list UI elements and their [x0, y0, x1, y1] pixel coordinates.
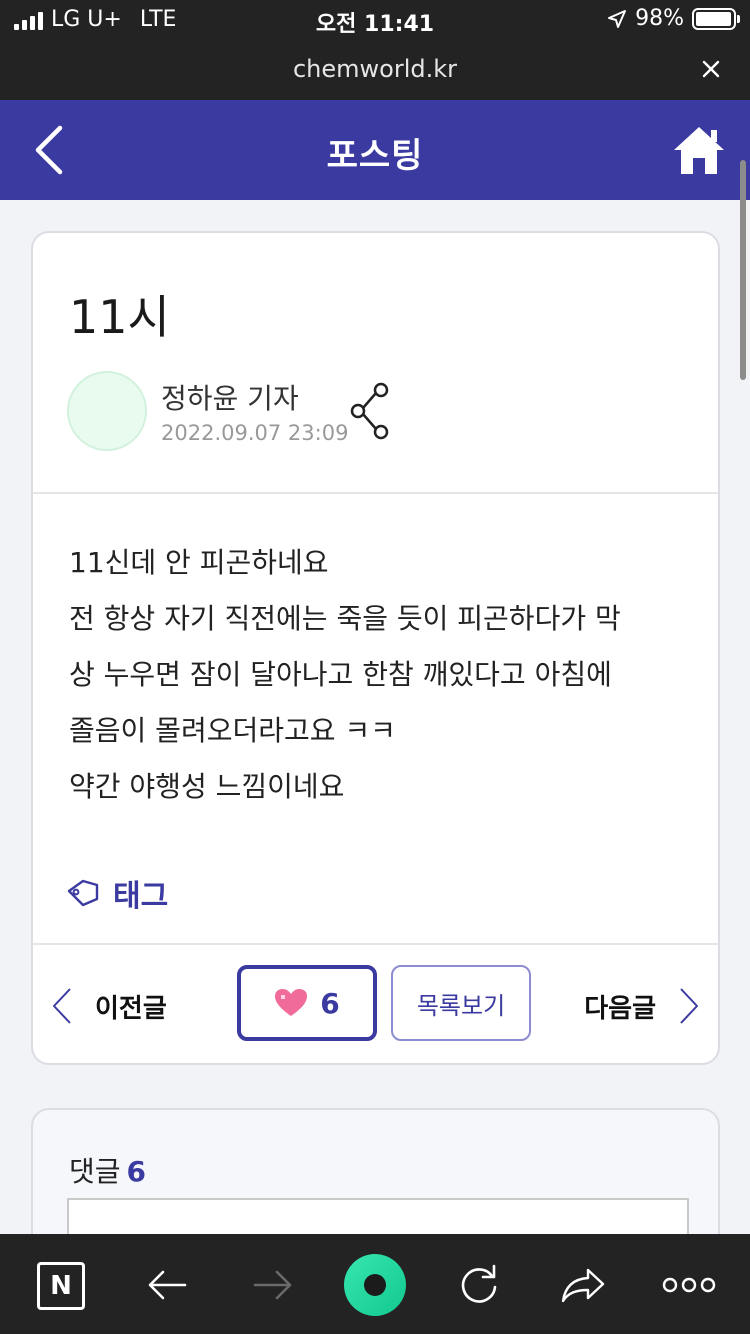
- tag-label: 태그: [113, 879, 169, 914]
- share-forward-icon[interactable]: [558, 1260, 608, 1310]
- more-icon[interactable]: [661, 1260, 717, 1310]
- chevron-right-icon: [680, 988, 698, 1024]
- location-arrow-icon: [608, 9, 627, 28]
- body-line: 11신데 안 피곤하네요: [69, 546, 329, 579]
- close-icon[interactable]: [696, 54, 726, 84]
- divider: [33, 492, 718, 494]
- next-post-button[interactable]: 다음글: [584, 987, 700, 1025]
- browser-toolbar: N: [0, 1234, 750, 1334]
- body-line: 졸음이 몰려오더라고요 ㅋㅋ: [69, 714, 396, 747]
- post-title: 11시: [69, 290, 170, 344]
- battery-percent: 98%: [635, 6, 684, 31]
- post-navigation: 이전글 6 목록보기 다음글: [33, 945, 718, 1065]
- like-count: 6: [320, 986, 340, 1020]
- back-icon[interactable]: [143, 1260, 193, 1310]
- url-text[interactable]: chemworld.kr: [0, 55, 750, 83]
- status-bar: LG U+ LTE 오전 11:41 98%: [0, 0, 750, 40]
- next-post-label: 다음글: [584, 993, 656, 1024]
- refresh-icon[interactable]: [454, 1260, 504, 1310]
- green-dot-icon[interactable]: [344, 1254, 406, 1316]
- body-line: 상 누우면 잠이 달아나고 한참 깨있다고 아침에: [69, 658, 612, 691]
- author-avatar[interactable]: [67, 371, 147, 451]
- prev-post-label: 이전글: [95, 993, 167, 1024]
- like-button[interactable]: 6: [237, 965, 377, 1041]
- prev-post-button[interactable]: 이전글: [51, 987, 167, 1025]
- body-line: 전 항상 자기 직전에는 죽을 듯이 피곤하다가 막: [69, 602, 621, 635]
- post-date: 2022.09.07 23:09: [161, 421, 349, 445]
- page-title: 포스팅: [326, 136, 424, 176]
- list-view-button[interactable]: 목록보기: [391, 965, 531, 1041]
- battery-icon: [692, 7, 740, 30]
- forward-icon[interactable]: [247, 1260, 297, 1310]
- post-body: 11신데 안 피곤하네요 전 항상 자기 직전에는 죽을 듯이 피곤하다가 막 …: [69, 535, 699, 815]
- chevron-left-icon: [53, 988, 71, 1024]
- comments-label: 댓글: [69, 1155, 121, 1188]
- home-icon[interactable]: [672, 124, 726, 176]
- status-right: 98%: [607, 6, 740, 31]
- tag-icon: [67, 879, 99, 907]
- body-line: 약간 야행성 느낌이네요: [69, 770, 345, 803]
- author-name[interactable]: 정하윤 기자: [161, 377, 299, 417]
- share-icon[interactable]: [349, 381, 393, 441]
- tag-section: 태그: [65, 871, 168, 915]
- battery-fill: [696, 11, 732, 26]
- app-header: 포스팅: [0, 100, 750, 200]
- page-scrollbar[interactable]: [740, 160, 746, 380]
- heart-icon: [275, 989, 308, 1016]
- naver-n-icon[interactable]: N: [37, 1262, 85, 1310]
- post-card: 11시 정하윤 기자 2022.09.07 23:09 11신데 안 피곤하네요…: [31, 231, 720, 1065]
- url-bar[interactable]: chemworld.kr: [0, 40, 750, 100]
- comments-count: 6: [126, 1155, 147, 1188]
- comments-header: 댓글 6: [69, 1150, 146, 1190]
